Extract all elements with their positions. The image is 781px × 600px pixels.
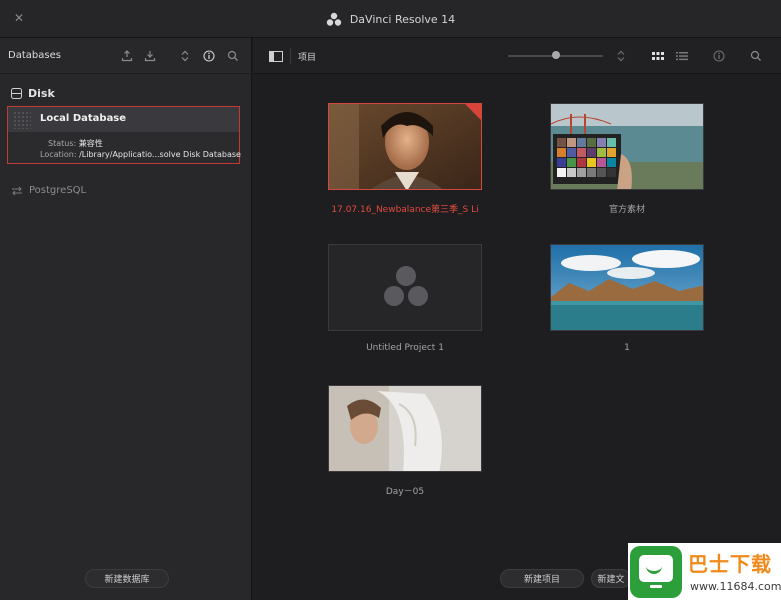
project-thumbnail[interactable]: [328, 244, 482, 331]
sort-icon[interactable]: [613, 48, 629, 64]
disk-header: Disk: [11, 86, 55, 100]
database-panel-header: Databases: [0, 38, 252, 74]
project-title: 17.07.16_Newbalance第三季_S Li: [331, 205, 479, 215]
zoom-slider-knob[interactable]: [552, 51, 560, 59]
header-divider: [290, 48, 291, 64]
location-label: Location:: [40, 150, 77, 159]
postgresql-label: PostgreSQL: [29, 185, 87, 196]
window-title: DaVinci Resolve 14: [349, 12, 456, 26]
upload-icon[interactable]: [119, 48, 135, 64]
new-folder-button[interactable]: 新建文: [591, 569, 631, 588]
status-value: 兼容性: [78, 139, 103, 148]
project-tile[interactable]: 1: [550, 244, 704, 353]
project-title: Day－05: [385, 487, 425, 497]
veil-thumbnail: [329, 386, 481, 471]
project-panel-header: 项目: [253, 38, 781, 74]
watermark-url: www.11684.com: [690, 580, 781, 593]
postgresql-item[interactable]: PostgreSQL: [11, 185, 86, 196]
project-tile[interactable]: Day－05: [328, 385, 482, 497]
breadcrumb[interactable]: 项目: [298, 50, 316, 63]
search-icon[interactable]: [748, 48, 764, 64]
sort-icon[interactable]: [177, 48, 193, 64]
database-status: Status: 兼容性: [48, 138, 103, 149]
selected-marker-icon: [465, 104, 481, 120]
location-value: /Library/Applicatio...solve Disk Databas…: [79, 150, 241, 159]
project-title: 1: [624, 343, 630, 353]
database-panel-title: Databases: [8, 50, 61, 61]
color-checker-thumbnail: [551, 104, 703, 189]
connect-arrows-icon: [12, 186, 22, 195]
disk-icon: [11, 87, 22, 99]
project-thumbnail[interactable]: [328, 103, 482, 190]
project-panel: 项目 17.07.16_Newbalance第三季_S Li 官方素材 Unti…: [253, 38, 781, 600]
download-icon[interactable]: [142, 48, 158, 64]
info-icon[interactable]: [201, 48, 217, 64]
sidebar-toggle-icon[interactable]: [268, 48, 284, 64]
watermark: 巴士下载 www.11684.com: [628, 543, 781, 600]
portrait-thumbnail: [329, 104, 481, 189]
list-view-icon[interactable]: [674, 48, 690, 64]
new-database-button[interactable]: 新建数据库: [85, 569, 169, 588]
status-label: Status:: [48, 139, 77, 148]
resolve-logo-icon: [326, 12, 342, 26]
project-tile[interactable]: 官方素材: [550, 103, 704, 215]
drag-handle-icon[interactable]: [13, 111, 31, 129]
project-thumbnail[interactable]: [550, 244, 704, 331]
info-icon[interactable]: [711, 48, 727, 64]
title-bar: ✕ DaVinci Resolve 14: [0, 0, 781, 38]
project-tile[interactable]: Untitled Project 1: [328, 244, 482, 353]
database-location: Location: /Library/Applicatio...solve Di…: [40, 150, 241, 159]
watermark-logo-icon: [630, 546, 682, 598]
database-name: Local Database: [40, 113, 127, 124]
project-title: 官方素材: [608, 205, 645, 215]
disk-label: Disk: [28, 86, 55, 100]
app-title: DaVinci Resolve 14: [0, 0, 781, 38]
project-title: Untitled Project 1: [366, 343, 444, 353]
search-icon[interactable]: [225, 48, 241, 64]
new-project-button[interactable]: 新建项目: [500, 569, 584, 588]
lake-thumbnail: [551, 245, 703, 330]
project-tile[interactable]: 17.07.16_Newbalance第三季_S Li: [328, 103, 482, 215]
database-card-header: Local Database: [8, 107, 239, 132]
watermark-title: 巴士下载: [688, 552, 772, 576]
database-panel: Databases Disk Local Database Status: 兼容…: [0, 38, 252, 600]
resolve-logo-icon: [384, 266, 428, 306]
project-thumbnail[interactable]: [328, 385, 482, 472]
database-card-local[interactable]: Local Database Status: 兼容性 Location: /Li…: [7, 106, 241, 164]
project-thumbnail[interactable]: [550, 103, 704, 190]
grid-view-icon[interactable]: [650, 48, 666, 64]
